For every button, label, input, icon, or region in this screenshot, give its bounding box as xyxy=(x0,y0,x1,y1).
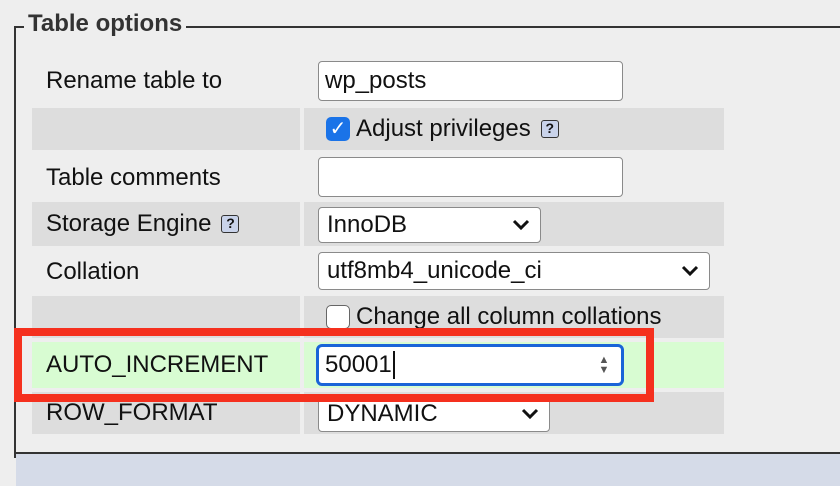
fieldset-footer xyxy=(16,452,840,486)
adjust-privileges-checkbox[interactable]: ✓ xyxy=(326,117,350,141)
collation-value: utf8mb4_unicode_ci xyxy=(327,257,542,284)
adjust-privileges-label[interactable]: Adjust privileges xyxy=(356,117,531,141)
collation-label: Collation xyxy=(46,258,140,285)
rename-table-input[interactable]: wp_posts xyxy=(318,61,623,101)
table-comments-input[interactable] xyxy=(318,157,623,197)
collation-select[interactable]: utf8mb4_unicode_ci xyxy=(318,252,710,290)
privileges-cell: ✓ Adjust privileges ? xyxy=(304,108,724,150)
chevron-down-icon xyxy=(681,265,699,277)
comments-label: Table comments xyxy=(46,164,221,191)
rename-table-value: wp_posts xyxy=(325,67,427,94)
row-format-value: DYNAMIC xyxy=(327,400,438,427)
storage-engine-label: Storage Engine xyxy=(46,210,212,237)
storage-engine-select[interactable]: InnoDB xyxy=(318,207,541,243)
change-collations-checkbox[interactable] xyxy=(326,305,350,329)
rename-label: Rename table to xyxy=(46,67,223,94)
change-collations-label[interactable]: Change all column collations xyxy=(356,305,662,329)
chevron-down-icon xyxy=(521,408,539,420)
privileges-label-cell xyxy=(32,108,300,150)
storage-engine-label-cell: Storage Engine ? xyxy=(32,202,300,246)
fieldset-legend: Table options xyxy=(24,10,187,38)
help-icon[interactable]: ? xyxy=(540,120,559,138)
help-icon[interactable]: ? xyxy=(221,215,240,233)
annotation-highlight-box xyxy=(14,328,654,402)
chevron-down-icon xyxy=(512,219,530,231)
storage-engine-value: InnoDB xyxy=(327,211,408,238)
